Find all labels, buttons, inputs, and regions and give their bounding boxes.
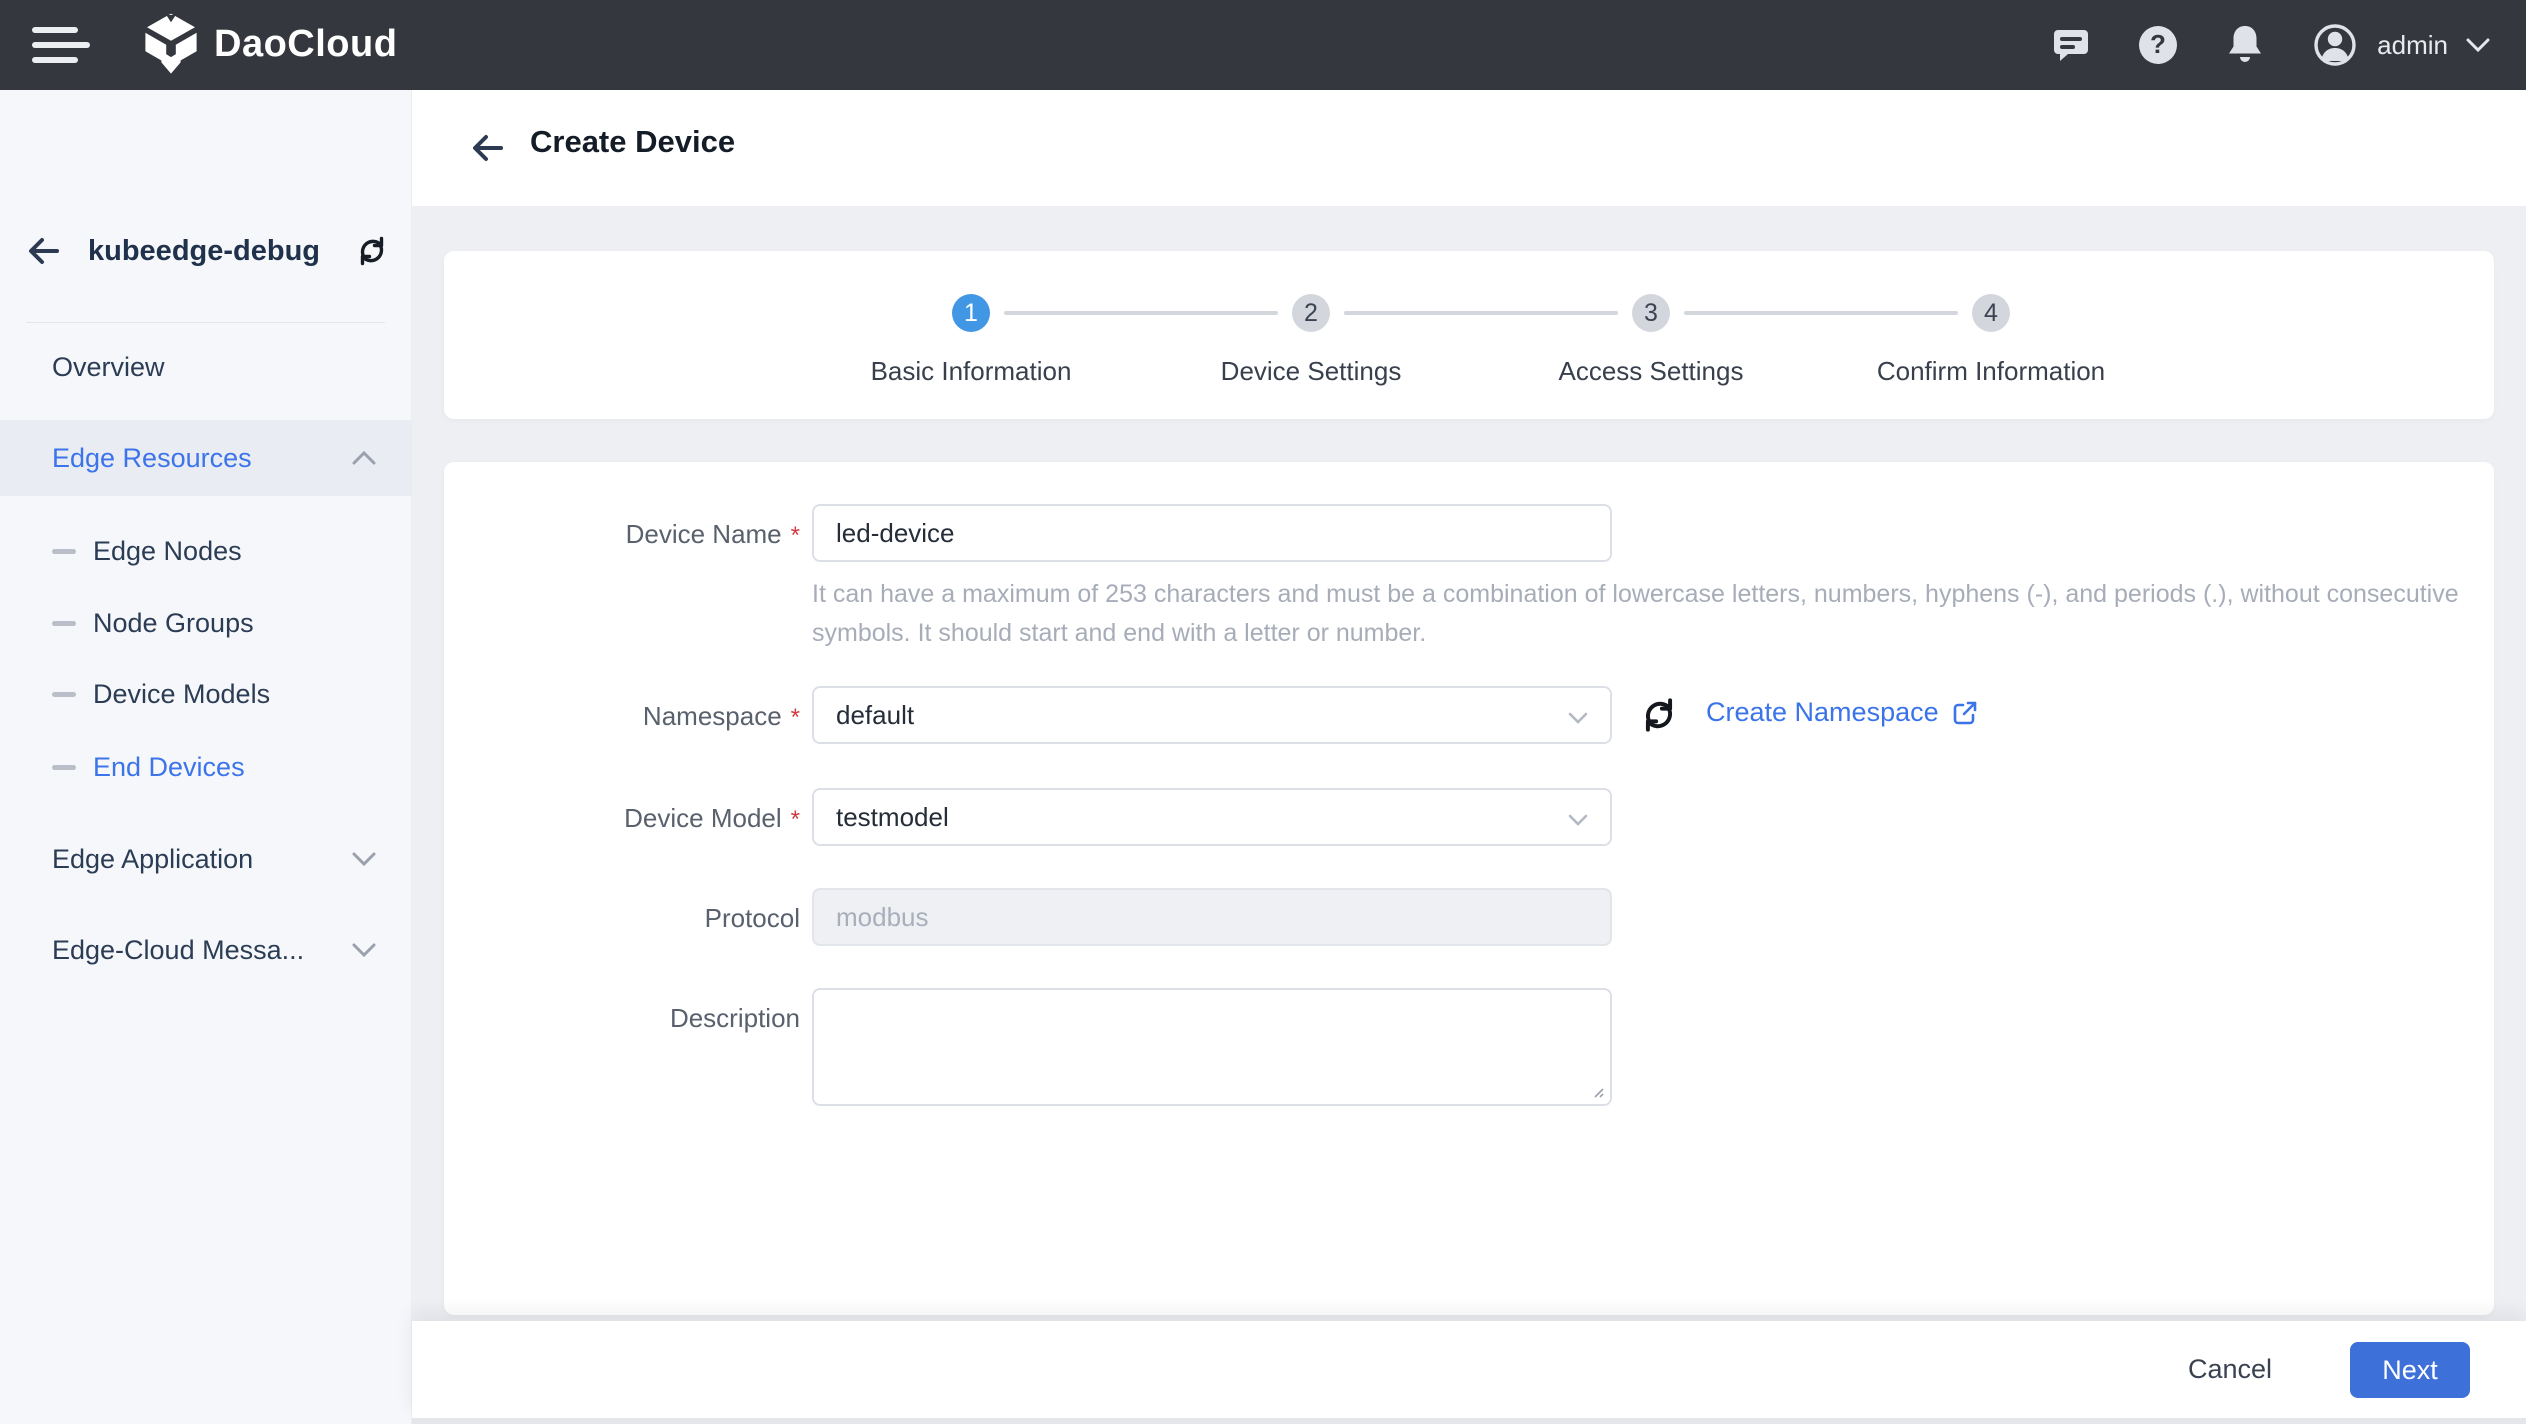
dash-icon: [52, 621, 76, 626]
chevron-down-icon: [2466, 38, 2490, 53]
step-4-label: Confirm Information: [1877, 356, 2105, 387]
brand-name: DaoCloud: [214, 23, 397, 66]
sidebar-item-device-models[interactable]: Device Models: [0, 657, 412, 731]
step-2-circle: 2: [1292, 294, 1330, 332]
basic-information-form: Device Name* It can have a maximum of 25…: [444, 462, 2494, 1315]
form-footer: Cancel Next: [412, 1321, 2526, 1418]
protocol-input: [814, 890, 1610, 944]
required-asterisk: *: [791, 704, 800, 731]
description-field: [812, 988, 1612, 1106]
stepper-card: 1 2 3 4 Basic Information Device Setting…: [444, 251, 2494, 419]
bell-icon[interactable]: [2225, 24, 2265, 66]
username: admin: [2377, 30, 2448, 61]
description-textarea[interactable]: [814, 990, 1610, 1104]
daocloud-logo-icon: [142, 12, 200, 76]
chevron-down-icon: [352, 943, 376, 957]
dash-icon: [52, 549, 76, 554]
back-icon[interactable]: [470, 130, 506, 166]
sidebar-item-node-groups[interactable]: Node Groups: [0, 586, 412, 660]
sidebar-back-icon[interactable]: [26, 233, 62, 269]
step-3-label: Access Settings: [1559, 356, 1744, 387]
chevron-down-icon: [1568, 814, 1588, 826]
step-2-label: Device Settings: [1221, 356, 1402, 387]
device-name-input[interactable]: [814, 506, 1610, 560]
external-link-icon: [1951, 699, 1979, 727]
page-title: Create Device: [530, 124, 735, 160]
dash-icon: [52, 692, 76, 697]
sidebar-item-end-devices[interactable]: End Devices: [0, 730, 412, 804]
help-icon[interactable]: ?: [2137, 24, 2179, 66]
refresh-namespaces-icon[interactable]: [1638, 694, 1680, 736]
step-1-label: Basic Information: [871, 356, 1072, 387]
chevron-down-icon: [1568, 712, 1588, 724]
device-name-field: [812, 504, 1612, 562]
sidebar-group-edge-cloud-message[interactable]: Edge-Cloud Messa...: [0, 913, 412, 987]
next-button[interactable]: Next: [2350, 1342, 2470, 1398]
required-asterisk: *: [791, 522, 800, 549]
message-icon[interactable]: [2051, 25, 2091, 65]
required-asterisk: *: [791, 806, 800, 833]
dash-icon: [52, 765, 76, 770]
step-3-circle: 3: [1632, 294, 1670, 332]
sidebar-group-edge-resources[interactable]: Edge Resources: [0, 420, 412, 496]
sidebar-item-edge-nodes[interactable]: Edge Nodes: [0, 514, 412, 588]
protocol-label: Protocol: [444, 903, 800, 934]
device-name-hint: It can have a maximum of 253 characters …: [812, 575, 2492, 653]
sidebar-group-edge-application[interactable]: Edge Application: [0, 822, 412, 896]
user-menu[interactable]: admin: [2311, 21, 2490, 69]
step-connector: [1684, 311, 1958, 315]
bottom-strip: [412, 1418, 2526, 1424]
chevron-up-icon: [352, 451, 376, 465]
svg-text:?: ?: [2150, 29, 2166, 59]
chevron-down-icon: [352, 852, 376, 866]
sidebar: kubeedge-debug Overview Edge Resources E…: [0, 90, 412, 1424]
page-header: Create Device: [412, 90, 2526, 206]
sidebar-divider: [26, 322, 385, 323]
device-model-select[interactable]: testmodel: [812, 788, 1612, 846]
avatar-icon: [2311, 21, 2359, 69]
step-connector: [1004, 311, 1278, 315]
description-label: Description: [444, 1003, 800, 1034]
top-navbar: DaoCloud ? admin: [0, 0, 2526, 90]
protocol-field: [812, 888, 1612, 946]
create-namespace-link[interactable]: Create Namespace: [1706, 697, 1979, 728]
namespace-value: default: [836, 700, 914, 731]
device-name-label: Device Name*: [444, 519, 800, 550]
cancel-button[interactable]: Cancel: [2164, 1341, 2296, 1397]
workspace-title: kubeedge-debug: [88, 235, 320, 268]
step-connector: [1344, 311, 1618, 315]
menu-icon[interactable]: [32, 26, 92, 64]
brand[interactable]: DaoCloud: [142, 12, 397, 76]
switch-workspace-icon[interactable]: [354, 233, 390, 269]
step-4-circle: 4: [1972, 294, 2010, 332]
device-model-value: testmodel: [836, 802, 949, 833]
sidebar-item-overview[interactable]: Overview: [0, 330, 412, 404]
step-1-circle: 1: [952, 294, 990, 332]
device-model-label: Device Model*: [444, 803, 800, 834]
namespace-label: Namespace*: [444, 701, 800, 732]
namespace-select[interactable]: default: [812, 686, 1612, 744]
